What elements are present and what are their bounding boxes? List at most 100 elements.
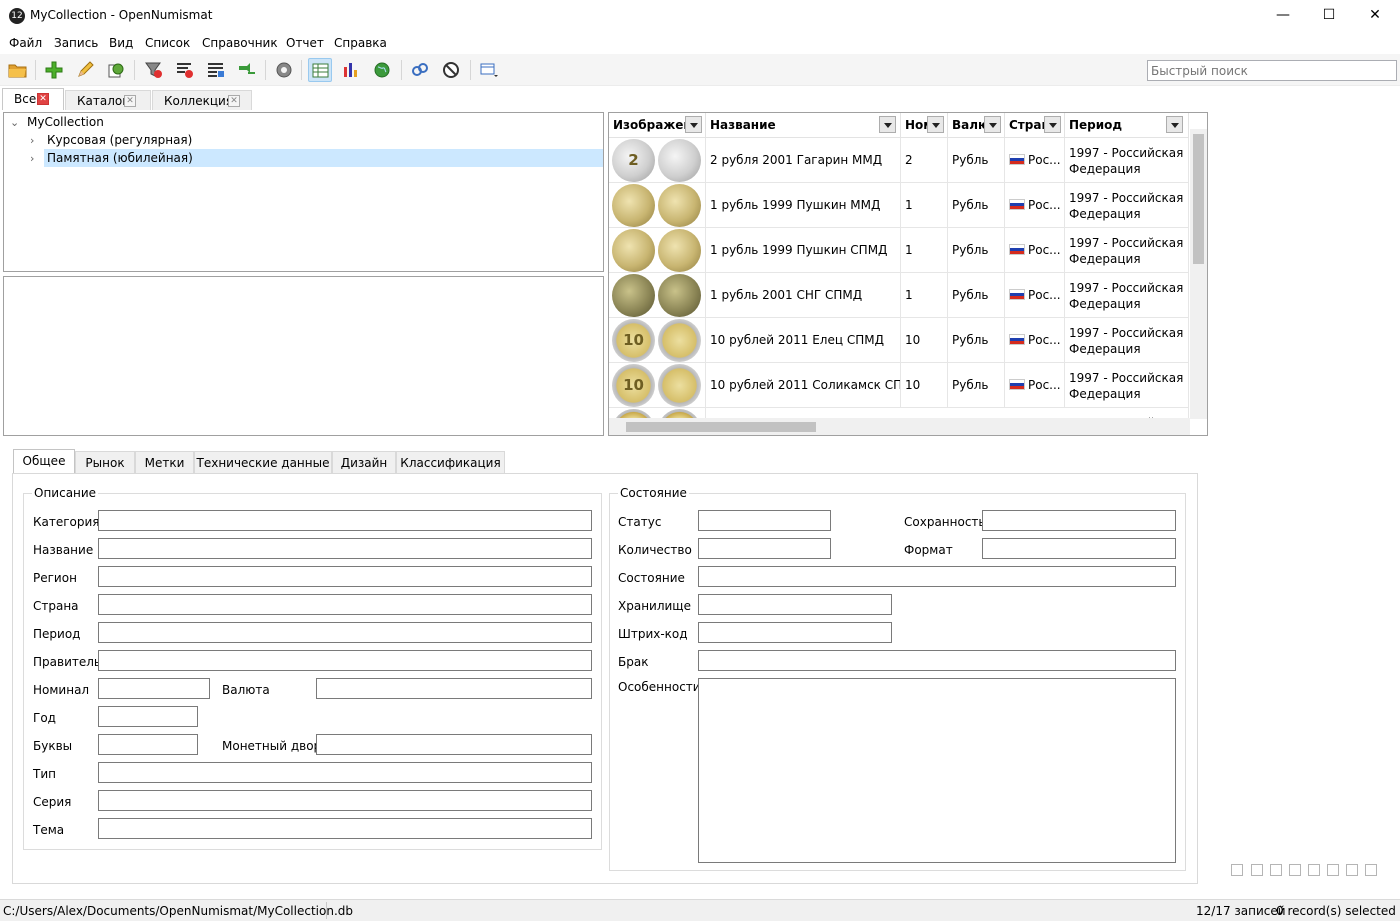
menu-record[interactable]: Запись xyxy=(54,36,98,50)
column-filter-icon[interactable] xyxy=(879,116,896,133)
condition-field[interactable] xyxy=(698,566,1176,587)
tab-technical[interactable]: Технические данные xyxy=(194,451,332,474)
export-icon[interactable] xyxy=(235,58,259,82)
ruler-field[interactable] xyxy=(98,650,592,671)
defect-field[interactable] xyxy=(698,650,1176,671)
chevron-down-icon[interactable]: ⌄ xyxy=(10,114,19,129)
page-indicator[interactable] xyxy=(1346,864,1358,876)
tab-catalog[interactable]: Каталог ✕ xyxy=(65,90,151,110)
minimize-button[interactable]: — xyxy=(1260,0,1306,31)
menu-view[interactable]: Вид xyxy=(109,36,133,50)
add-icon[interactable] xyxy=(42,58,66,82)
page-indicator[interactable] xyxy=(1270,864,1282,876)
page-indicator[interactable] xyxy=(1308,864,1320,876)
type-field[interactable] xyxy=(98,762,592,783)
column-filter-icon[interactable] xyxy=(927,116,944,133)
mint-field[interactable] xyxy=(316,734,592,755)
country-cell: Рос... xyxy=(1005,273,1065,318)
column-filter-icon[interactable] xyxy=(1044,116,1061,133)
scrollbar-thumb[interactable] xyxy=(626,422,816,432)
quantity-field[interactable] xyxy=(698,538,831,559)
table-horizontal-scrollbar[interactable] xyxy=(609,418,1190,435)
region-field[interactable] xyxy=(98,566,592,587)
grade-field[interactable] xyxy=(982,510,1176,531)
close-button[interactable]: ✕ xyxy=(1352,0,1398,31)
list-settings-icon[interactable] xyxy=(204,58,228,82)
menu-reference[interactable]: Справочник xyxy=(202,36,278,50)
storage-field[interactable] xyxy=(698,594,892,615)
status-field[interactable] xyxy=(698,510,831,531)
menu-file[interactable]: Файл xyxy=(9,36,42,50)
menu-help[interactable]: Справка xyxy=(334,36,387,50)
page-indicator[interactable] xyxy=(1365,864,1377,876)
name-field[interactable] xyxy=(98,538,592,559)
page-indicator[interactable] xyxy=(1231,864,1243,876)
tab-design[interactable]: Дизайн xyxy=(332,451,396,474)
column-header-country[interactable]: Страна xyxy=(1005,113,1065,138)
disable-icon[interactable] xyxy=(439,58,463,82)
settings-icon[interactable] xyxy=(272,58,296,82)
tree-root[interactable]: MyCollection xyxy=(27,114,104,131)
column-filter-icon[interactable] xyxy=(685,116,702,133)
category-field[interactable] xyxy=(98,510,592,531)
scrollbar-thumb[interactable] xyxy=(1193,134,1204,264)
barcode-field[interactable] xyxy=(698,622,892,643)
tree-item-commemorative[interactable]: Памятная (юбилейная) xyxy=(47,150,193,167)
coins-table[interactable]: Изображени Название Ном Валю Страна Пери… xyxy=(608,112,1208,436)
maximize-button[interactable]: ☐ xyxy=(1306,0,1352,31)
period-field[interactable] xyxy=(98,622,592,643)
map-icon[interactable] xyxy=(370,58,394,82)
clone-icon[interactable] xyxy=(104,58,128,82)
close-icon[interactable]: ✕ xyxy=(124,95,136,107)
table-row[interactable]: 1 рубль 1999 Пушкин ММД 1 Рубль Рос... 1… xyxy=(609,183,1189,228)
currency-field[interactable] xyxy=(316,678,592,699)
table-row[interactable]: 1 рубль 2001 СНГ СПМД 1 Рубль Рос... 199… xyxy=(609,273,1189,318)
menu-list[interactable]: Список xyxy=(145,36,190,50)
nominal-field[interactable] xyxy=(98,678,210,699)
tab-tags[interactable]: Метки xyxy=(135,451,194,474)
tree-item-regular[interactable]: Курсовая (регулярная) xyxy=(47,132,192,149)
table-vertical-scrollbar[interactable] xyxy=(1190,129,1207,419)
table-row[interactable]: 10 10 рублей 2011 Елец СПМД 10 Рубль Рос… xyxy=(609,318,1189,363)
features-textarea[interactable] xyxy=(698,678,1176,863)
edit-icon[interactable] xyxy=(73,58,97,82)
quick-search-input[interactable] xyxy=(1147,60,1397,81)
theme-field[interactable] xyxy=(98,818,592,839)
tab-all[interactable]: Все ✕ xyxy=(2,88,64,110)
chevron-right-icon[interactable]: › xyxy=(30,132,38,147)
column-header-currency[interactable]: Валю xyxy=(948,113,1005,138)
sort-icon[interactable] xyxy=(173,58,197,82)
table-view-icon[interactable] xyxy=(308,58,332,82)
column-filter-icon[interactable] xyxy=(984,116,1001,133)
link-icon[interactable] xyxy=(408,58,432,82)
country-field[interactable] xyxy=(98,594,592,615)
year-field[interactable] xyxy=(98,706,198,727)
statistics-icon[interactable] xyxy=(339,58,363,82)
column-header-name[interactable]: Название xyxy=(706,113,901,138)
tab-collection[interactable]: Коллекция ✕ xyxy=(152,90,252,110)
column-filter-icon[interactable] xyxy=(1166,116,1183,133)
page-indicator[interactable] xyxy=(1289,864,1301,876)
format-label: Формат xyxy=(904,543,953,557)
page-indicator[interactable] xyxy=(1327,864,1339,876)
series-field[interactable] xyxy=(98,790,592,811)
tab-general[interactable]: Общее xyxy=(13,449,75,473)
table-row[interactable]: 10 10 рублей 2011 Соликамск СПМД 10 Рубл… xyxy=(609,363,1189,408)
close-icon[interactable]: ✕ xyxy=(37,93,49,105)
page-indicator[interactable] xyxy=(1251,864,1263,876)
table-row[interactable]: 1 рубль 1999 Пушкин СПМД 1 Рубль Рос... … xyxy=(609,228,1189,273)
letters-field[interactable] xyxy=(98,734,198,755)
column-header-period[interactable]: Период xyxy=(1065,113,1189,138)
view-menu-icon[interactable] xyxy=(477,58,501,82)
table-row[interactable]: 2 2 рубля 2001 Гагарин ММД 2 Рубль Рос..… xyxy=(609,138,1189,183)
tab-classification[interactable]: Классификация xyxy=(396,451,505,474)
chevron-right-icon[interactable]: › xyxy=(30,150,38,165)
filter-clear-icon[interactable] xyxy=(142,58,166,82)
open-folder-icon[interactable] xyxy=(5,58,29,82)
tab-market[interactable]: Рынок xyxy=(75,451,135,474)
close-icon[interactable]: ✕ xyxy=(228,95,240,107)
menu-report[interactable]: Отчет xyxy=(286,36,324,50)
column-header-image[interactable]: Изображени xyxy=(609,113,706,138)
format-field[interactable] xyxy=(982,538,1176,559)
column-header-nominal[interactable]: Ном xyxy=(901,113,948,138)
